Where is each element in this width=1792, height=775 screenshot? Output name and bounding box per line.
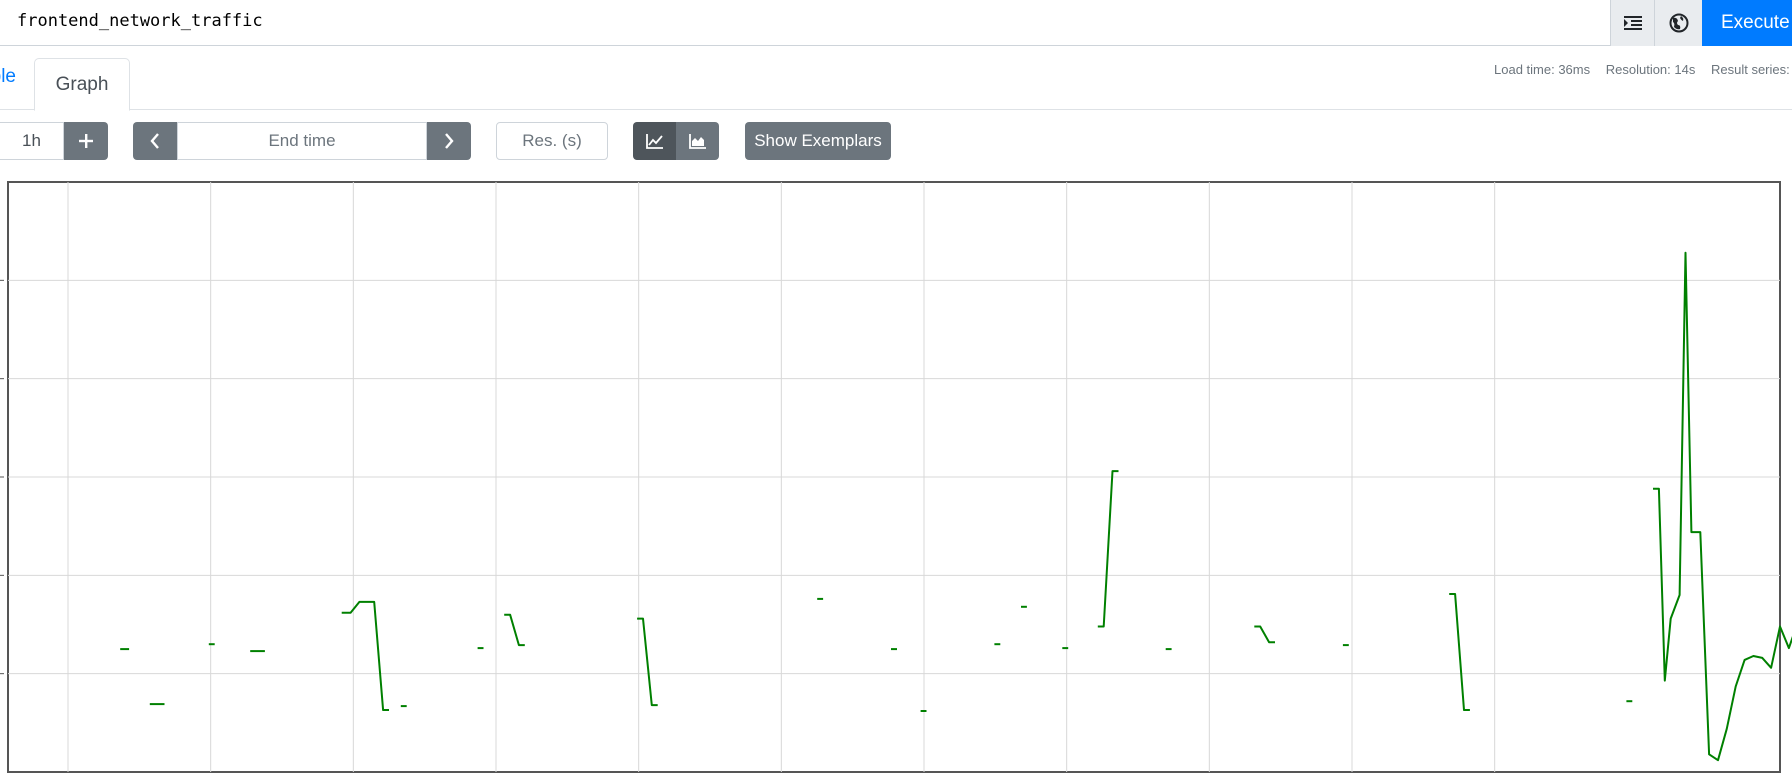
- tab-table[interactable]: Table: [0, 66, 16, 88]
- tab-graph[interactable]: Graph: [34, 58, 130, 111]
- graph-controls: 1h End time Res. (s) Show Exemplars: [0, 110, 1792, 170]
- load-time-stat: Load time: 36ms: [1494, 62, 1591, 77]
- increase-range-button[interactable]: [64, 122, 108, 160]
- show-exemplars-button[interactable]: Show Exemplars: [745, 122, 891, 160]
- explain-button[interactable]: [1610, 0, 1654, 46]
- resolution-input[interactable]: Res. (s): [496, 122, 608, 160]
- area-chart-icon: [688, 134, 706, 149]
- tabs-row: Table Graph Load time: 36ms Resolution: …: [0, 46, 1792, 111]
- query-bar: frontend_network_traffic Execute: [0, 0, 1792, 46]
- result-series-stat: Result series: 1: [1710, 62, 1792, 77]
- plus-icon: [79, 134, 93, 148]
- end-time-input[interactable]: End time: [177, 122, 427, 160]
- metrics-explorer-button[interactable]: [1654, 0, 1702, 46]
- indent-list-icon: [1623, 16, 1642, 30]
- graph-panel: [0, 178, 1792, 775]
- time-series-graph[interactable]: [0, 178, 1792, 775]
- end-time-back-button[interactable]: [133, 122, 177, 160]
- resolution-stat: Resolution: 14s: [1605, 62, 1696, 77]
- range-input[interactable]: 1h: [0, 122, 64, 160]
- chevron-right-icon: [445, 133, 454, 149]
- end-time-forward-button[interactable]: [427, 122, 471, 160]
- line-chart-icon: [645, 134, 663, 149]
- execute-button[interactable]: Execute: [1702, 0, 1792, 46]
- unstacked-line-button[interactable]: [633, 122, 676, 160]
- chevron-left-icon: [150, 133, 159, 149]
- globe-icon: [1669, 13, 1688, 33]
- stacked-area-button[interactable]: [676, 122, 719, 160]
- query-stats: Load time: 36ms Resolution: 14s Result s…: [1494, 62, 1792, 77]
- query-expression-input[interactable]: frontend_network_traffic: [17, 11, 263, 31]
